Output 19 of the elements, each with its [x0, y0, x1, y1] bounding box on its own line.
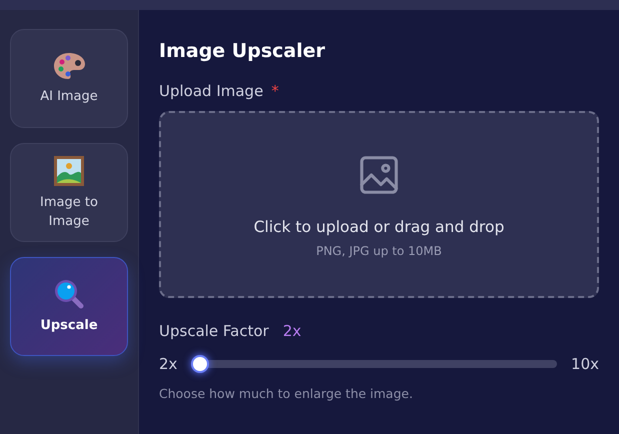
- upload-hint: PNG, JPG up to 10MB: [316, 244, 442, 258]
- slider[interactable]: [191, 354, 558, 374]
- slider-min-label: 2x: [159, 355, 178, 373]
- slider-max-label: 10x: [571, 355, 599, 373]
- palette-icon: [52, 51, 86, 81]
- sidebar-item[interactable]: AI Image: [10, 29, 128, 128]
- slider-thumb[interactable]: [191, 355, 210, 373]
- factor-value: 2x: [282, 322, 302, 340]
- sidebar-item[interactable]: Image to Image: [10, 143, 128, 242]
- upload-prompt: Click to upload or drag and drop: [254, 218, 504, 236]
- field-label: Upload Image: [159, 82, 264, 100]
- page-title: Image Upscaler: [159, 40, 326, 62]
- upload-dropzone[interactable]: Click to upload or drag and drop PNG, JPG up to 10MB: [159, 111, 599, 298]
- field-label: Upscale Factor: [159, 322, 269, 340]
- required-mark: *: [271, 82, 279, 100]
- magnifier-icon: [53, 278, 85, 310]
- sidebar-item[interactable]: Upscale: [10, 257, 128, 356]
- framed-picture-icon: [53, 154, 85, 186]
- help-text: Choose how much to enlarge the image.: [159, 386, 414, 401]
